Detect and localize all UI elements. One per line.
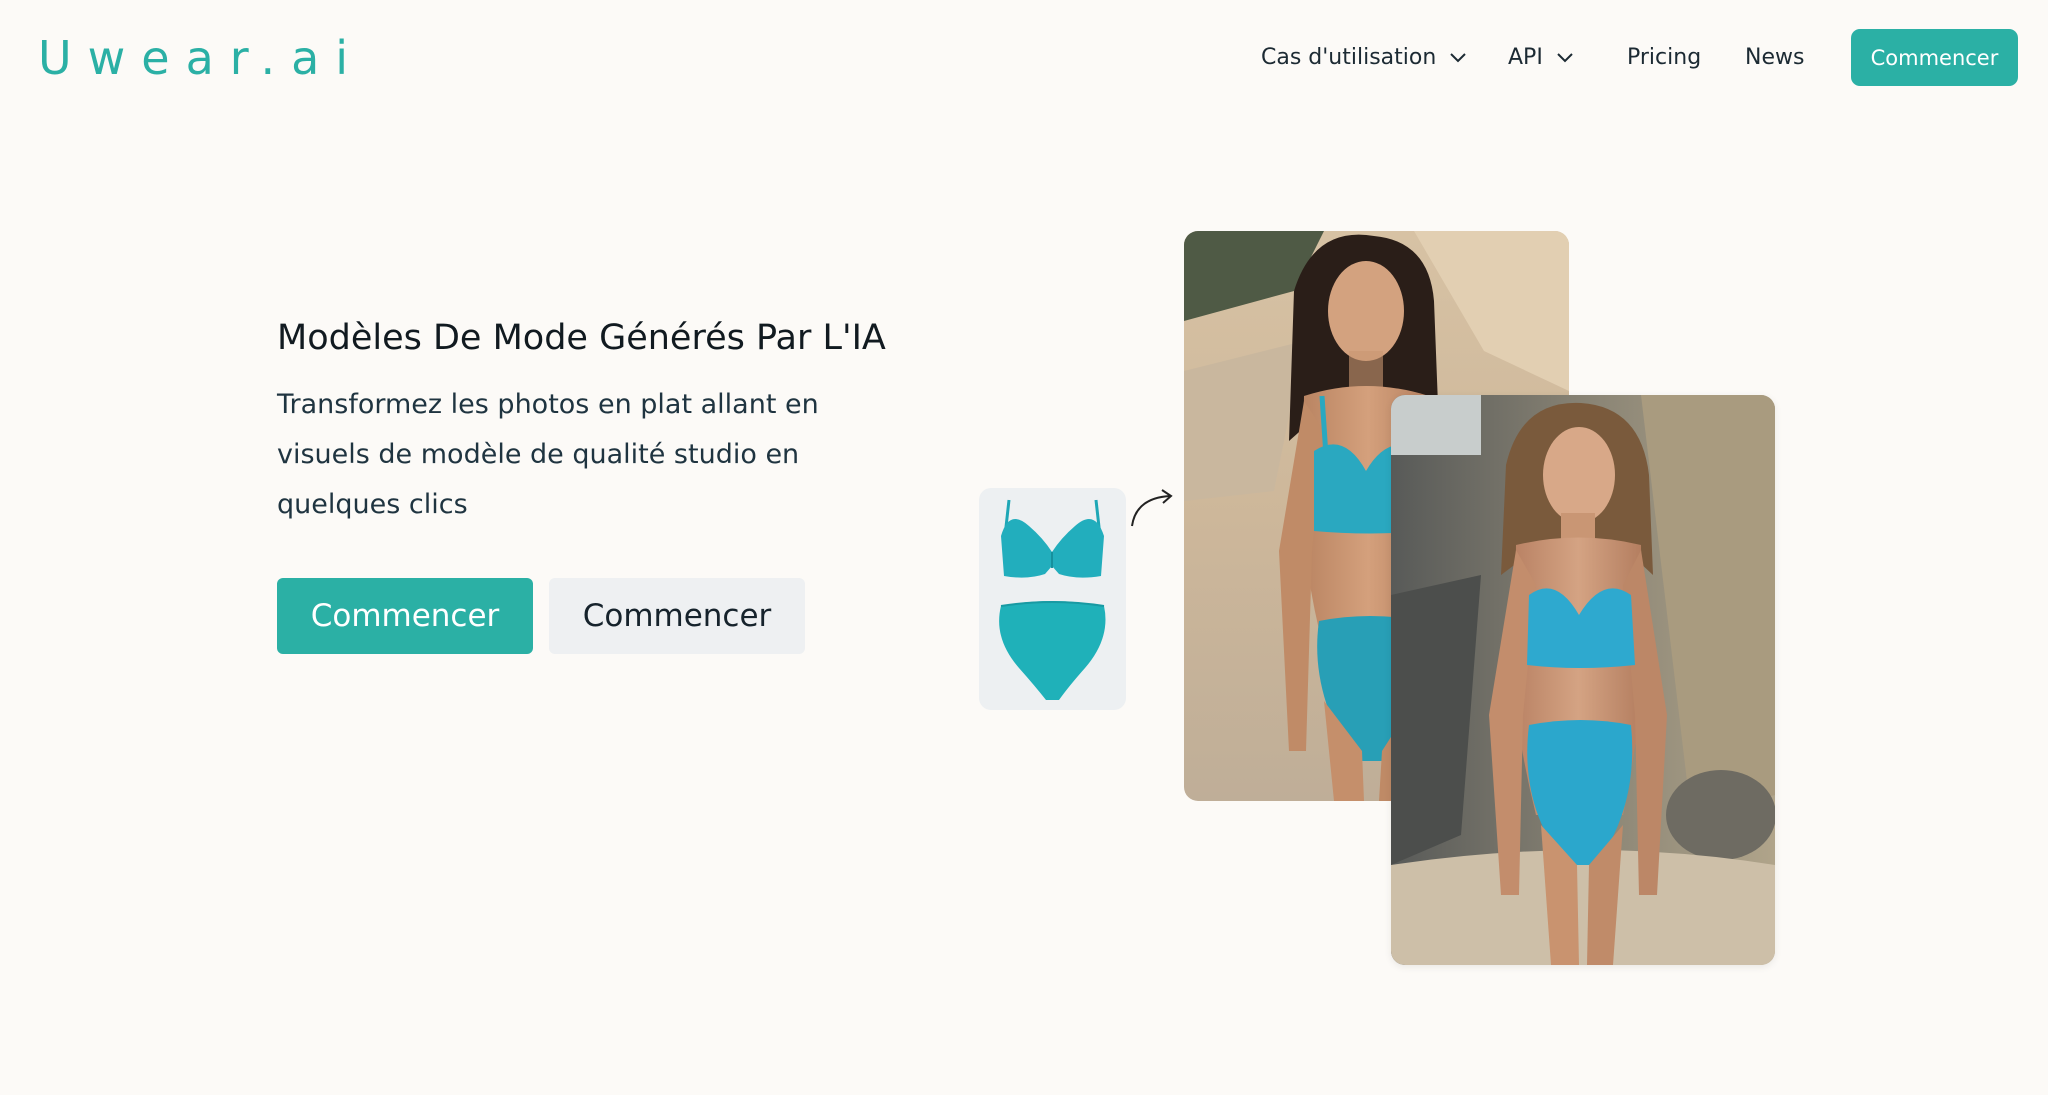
- curved-arrow-icon: [1131, 489, 1173, 527]
- hero-title: Modèles De Mode Générés Par L'IA: [277, 318, 886, 358]
- bikini-flatlay-icon: [999, 499, 1106, 700]
- nav-item-label: API: [1508, 44, 1543, 70]
- model-photo-beach-rocks: [1391, 395, 1775, 965]
- hero-start-button-secondary[interactable]: Commencer: [549, 578, 805, 654]
- chevron-down-icon: [1450, 53, 1467, 63]
- nav-item-use-cases[interactable]: Cas d'utilisation: [1261, 29, 1468, 85]
- garment-flatlay-image: [979, 488, 1126, 710]
- nav-item-pricing[interactable]: Pricing: [1627, 29, 1701, 85]
- chevron-down-icon: [1557, 53, 1573, 63]
- nav-item-api[interactable]: API: [1508, 29, 1575, 85]
- nav-start-button[interactable]: Commencer: [1851, 29, 2018, 86]
- hero-subtitle: Transformez les photos en plat allant en…: [277, 389, 819, 520]
- hero-start-button-primary[interactable]: Commencer: [277, 578, 533, 654]
- nav-item-label: Cas d'utilisation: [1261, 44, 1437, 70]
- nav-item-label: Pricing: [1627, 44, 1702, 70]
- brand-logo[interactable]: Uwear.ai: [38, 30, 364, 86]
- nav-item-label: News: [1745, 44, 1805, 70]
- nav-item-news[interactable]: News: [1745, 29, 1804, 85]
